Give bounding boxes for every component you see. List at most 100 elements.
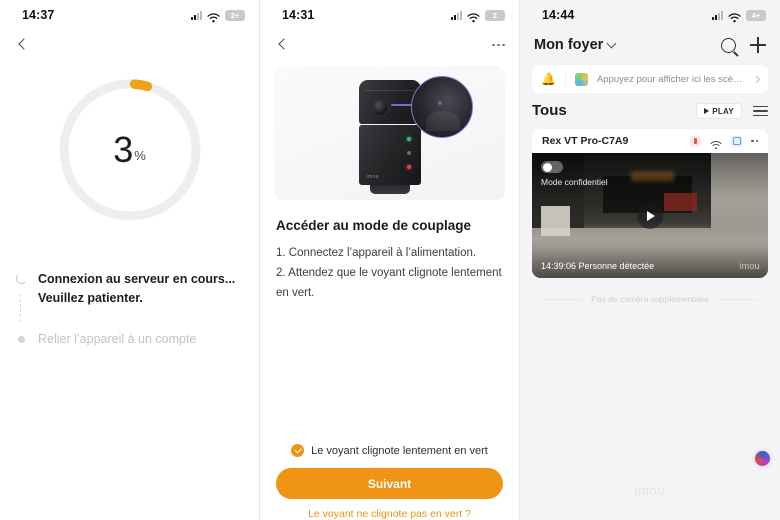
no-more-devices-text: Pas de caméra supplémentaire <box>591 294 709 304</box>
more-horizontal-icon[interactable] <box>751 139 758 143</box>
status-bar: 14:37 2+ <box>0 0 259 30</box>
battery-indicator: 2+ <box>225 9 245 21</box>
plus-icon[interactable] <box>750 37 766 53</box>
tabs-actions: PLAY <box>696 103 768 119</box>
footer-watermark: imou <box>634 483 666 498</box>
status-indicators: 2 <box>451 9 505 23</box>
tab-label: Tous <box>532 102 567 119</box>
status-time: 14:31 <box>282 8 315 22</box>
no-more-devices-row: Pas de caméra supplémentaire <box>542 294 758 304</box>
dot-icon <box>14 330 28 343</box>
step-item-pending: Relier l’appareil à un compte <box>14 330 259 349</box>
bell-icon[interactable]: 🔔 <box>541 72 556 86</box>
assistant-orb-icon[interactable] <box>755 451 770 466</box>
confirm-checkbox-row[interactable]: Le voyant clignote lentement en vert <box>276 444 503 457</box>
progress-unit: % <box>134 147 146 163</box>
step-active-line2: Veuillez patienter. <box>38 290 143 305</box>
page-title: Accéder au mode de couplage <box>276 218 472 233</box>
signal-bars-icon <box>191 10 202 20</box>
privacy-mode-toggle[interactable] <box>541 161 563 173</box>
camera-pairing-illustration: imou <box>274 66 505 200</box>
camera-seam <box>364 90 415 91</box>
progress-number: 3 <box>113 129 133 170</box>
device-card: Rex VT Pro-C7A9 Mode confidentiel 14:39:… <box>532 129 768 278</box>
step-pending-label: Relier l’appareil à un compte <box>38 331 197 346</box>
step-item-active: Connexion au serveur en cours... Veuille… <box>14 270 259 308</box>
back-chevron-icon[interactable] <box>14 36 32 54</box>
video-watermark: imou <box>739 261 760 271</box>
play-all-button[interactable]: PLAY <box>696 103 742 119</box>
wifi-icon <box>467 10 480 23</box>
thumb-top-gradient <box>532 153 768 199</box>
battery-indicator: 2 <box>485 9 505 21</box>
pairing-footer: Le voyant clignote lentement en vert Sui… <box>260 444 519 520</box>
status-indicators: 2+ <box>191 9 245 23</box>
thumb-bottom-gradient <box>532 238 768 278</box>
panel-home-devices: 14:44 4+ Mon foyer 🔔 Appuyez pour affich… <box>520 0 780 520</box>
led-white-icon <box>406 151 411 155</box>
home-name-label: Mon foyer <box>534 37 604 53</box>
status-time: 14:37 <box>22 8 55 22</box>
play-label: PLAY <box>712 106 734 116</box>
status-indicators: 4+ <box>712 9 766 23</box>
device-name: Rex VT Pro-C7A9 <box>542 135 629 147</box>
cloud-storage-icon <box>731 135 743 147</box>
status-bar: 14:31 2 <box>260 0 519 30</box>
led-red-icon <box>406 165 411 169</box>
spinner-icon <box>14 270 28 284</box>
privacy-mode-label: Mode confidentiel <box>541 177 608 187</box>
progress-value-label: 3 % <box>54 74 206 226</box>
header-actions <box>721 37 766 53</box>
divider-left <box>542 298 584 300</box>
signal-bars-icon <box>712 10 723 20</box>
play-button-icon[interactable] <box>637 202 663 229</box>
instruction-step-2: 2. Attendez que le voyant clignote lente… <box>276 266 502 299</box>
led-green-icon <box>406 137 411 141</box>
nav-bar <box>260 30 519 60</box>
step-list: Connexion au serveur en cours... Veuille… <box>0 270 259 348</box>
next-button[interactable]: Suivant <box>276 468 503 499</box>
banner-divider <box>564 72 566 86</box>
panel-footer: imou <box>520 451 780 520</box>
home-selector[interactable]: Mon foyer <box>534 37 617 53</box>
more-horizontal-icon[interactable] <box>492 43 505 47</box>
camera-device-graphic: imou <box>358 80 421 194</box>
panel-pairing-mode: 14:31 2 imou Accéder au mode de couplage… <box>260 0 520 520</box>
search-icon[interactable] <box>721 37 736 53</box>
step-active-text: Connexion au serveur en cours... Veuille… <box>38 270 235 308</box>
checkbox-label: Le voyant clignote lentement en vert <box>311 444 488 457</box>
event-caption: 14:39:06 Personne détectée <box>541 261 655 271</box>
scenes-banner[interactable]: 🔔 Appuyez pour afficher ici les scènes..… <box>532 65 768 93</box>
progress-ring-wrap: 3 % <box>0 74 259 226</box>
signal-bars-icon <box>451 10 462 20</box>
instruction-step-1: 1. Connectez l’appareil à l’alimentation… <box>276 247 477 259</box>
status-bar: 14:44 4+ <box>520 0 780 30</box>
back-chevron-icon[interactable] <box>274 36 292 54</box>
play-triangle-icon <box>704 108 710 114</box>
three-screenshot-comparison: 14:37 2+ 3 % Connexion au serveur en cou… <box>0 0 780 520</box>
chevron-down-icon <box>606 38 617 48</box>
divider-right <box>716 298 758 300</box>
camera-body: imou <box>358 125 421 185</box>
chevron-right-icon <box>752 75 761 83</box>
camera-lens <box>372 100 388 115</box>
progress-ring: 3 % <box>54 74 206 226</box>
camera-brand-label: imou <box>366 174 379 180</box>
wifi-icon <box>728 10 741 23</box>
help-link[interactable]: Le voyant ne clignote pas en vert ? <box>276 508 503 520</box>
thumb-box-object <box>541 205 570 236</box>
magnifier-highlight-dot <box>438 101 442 105</box>
step-active-line1: Connexion au serveur en cours... <box>38 272 236 286</box>
panel-connection-progress: 14:37 2+ 3 % Connexion au serveur en cou… <box>0 0 260 520</box>
battery-indicator: 4+ <box>746 9 766 21</box>
nav-bar <box>0 30 259 60</box>
home-header: Mon foyer <box>520 30 780 60</box>
wifi-icon <box>710 137 722 149</box>
tabs-row: Tous PLAY <box>520 93 780 120</box>
video-thumbnail[interactable]: Mode confidentiel 14:39:06 Personne déte… <box>532 153 768 278</box>
tab-tous[interactable]: Tous <box>532 102 567 120</box>
instructions-block: Accéder au mode de couplage 1. Connectez… <box>260 200 519 303</box>
checkbox-checked-icon[interactable] <box>291 444 305 457</box>
list-view-icon[interactable] <box>753 105 768 117</box>
magnifier-circle <box>411 76 473 138</box>
